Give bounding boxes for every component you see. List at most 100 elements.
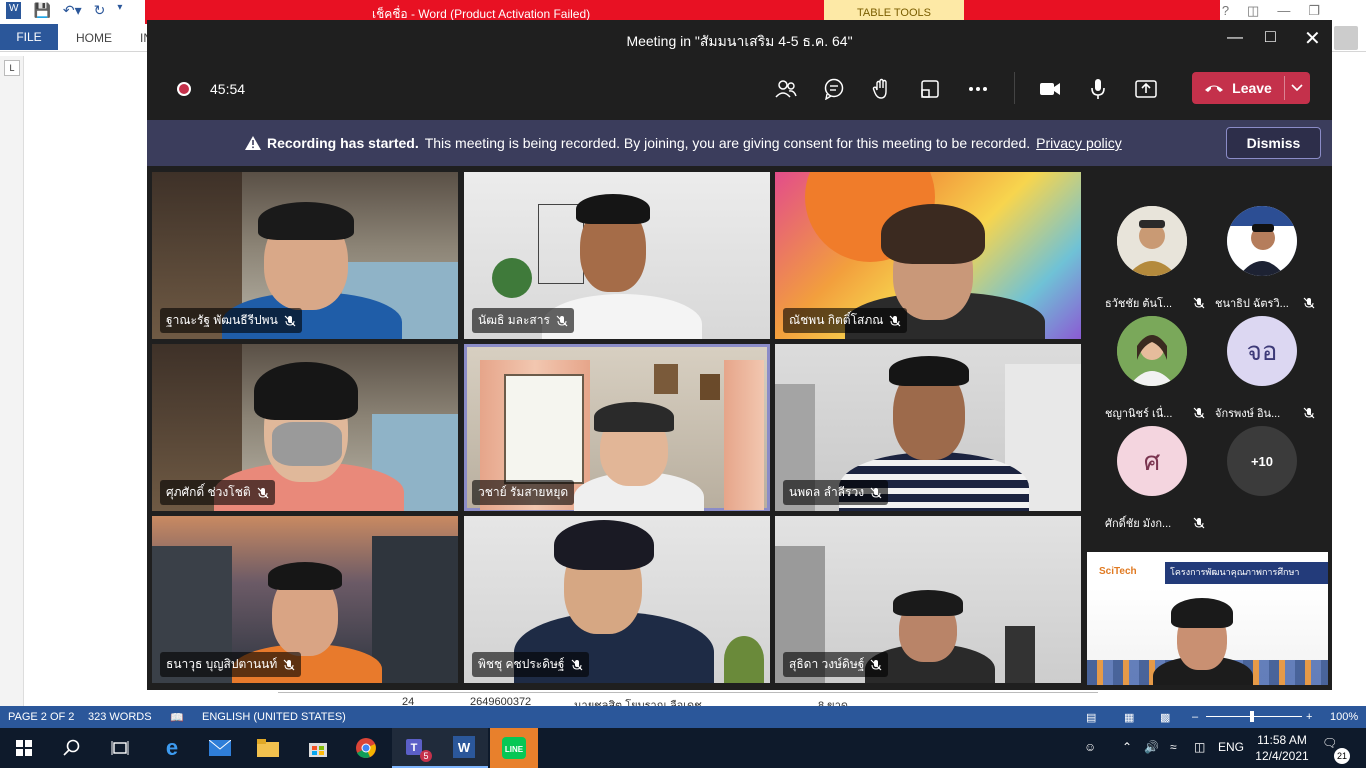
redo-icon[interactable]: ↻ [94,2,106,19]
edge-icon[interactable]: e [148,728,196,768]
web-layout-icon[interactable]: ▩ [1160,711,1170,724]
roster-participant[interactable]: ชญานิชร์ เนื่... [1097,296,1207,420]
show-hidden-icons[interactable]: ⌃ [1122,740,1132,754]
print-layout-icon[interactable]: ▦ [1124,711,1134,724]
volume-icon[interactable]: 🔊 [1144,740,1159,754]
undo-icon[interactable]: ↶▾ [63,2,82,19]
taskbar: e T 5 W LINE ☺ ⌃ 🔊 ≈ ◫ ENG 11:58 AM 12/4… [0,728,1366,768]
save-icon[interactable]: 💾 [33,2,50,19]
recording-banner-message: This meeting is being recorded. By joini… [424,135,1031,151]
microphone-icon[interactable] [1085,76,1111,102]
close-icon[interactable]: ✕ [1304,26,1321,51]
user-avatar[interactable] [1334,26,1358,50]
file-explorer-icon[interactable] [244,728,292,768]
zoom-slider-thumb[interactable] [1250,711,1254,722]
more-participants-count: +10 [1227,426,1297,496]
proofing-icon[interactable]: 📖 [170,711,184,724]
video-tile[interactable]: สุธิดา วงษ์ดิษฐ์ [775,516,1081,683]
read-mode-icon[interactable]: ▤ [1086,711,1096,724]
background-building [372,536,458,683]
video-tile[interactable]: พิชชุ คชประดิษฐ์ [464,516,770,683]
participant-hair [893,590,963,616]
tab-selector[interactable]: L [4,60,20,76]
word-taskbar-icon[interactable]: W [440,728,488,768]
meeting-title: Meeting in "สัมมนาเสริม 4-5 ธ.ค. 64" [626,33,853,49]
tab-file[interactable]: FILE [0,24,58,50]
teams-taskbar-icon[interactable]: T 5 [392,728,440,768]
participant-name: พิชชุ คชประดิษฐ์ [478,657,565,671]
background-frame [654,364,678,394]
video-tile[interactable]: ศุภศักดิ์ ช่วงโชติ [152,344,458,511]
table-row: 24 2649600372 นายชลสิต โยบราณ ลือเดช 8 ข… [278,692,1098,712]
zoom-level[interactable]: 100% [1330,711,1358,723]
minimize-icon[interactable]: — [1277,3,1290,19]
chevron-down-icon[interactable] [1284,72,1310,104]
chrome-icon[interactable] [342,728,390,768]
zoom-out-icon[interactable]: – [1192,711,1198,723]
minimize-icon[interactable]: — [1227,29,1243,47]
raise-hand-icon[interactable] [869,76,895,102]
page-indicator[interactable]: PAGE 2 OF 2 [8,711,74,723]
video-tile[interactable]: ธนาวุธ บุญสิปตานนท์ [152,516,458,683]
roster-participant[interactable]: ธวัชชัย ต้นโ... [1097,186,1207,310]
shared-content-tile[interactable]: โครงการพัฒนาคุณภาพการศึกษา SciTech [1087,552,1328,685]
more-actions-icon[interactable] [965,76,991,102]
wifi-icon[interactable]: ≈ [1170,740,1177,754]
participant-hair [254,362,358,420]
restore-icon[interactable]: ❐ [1308,3,1320,19]
task-view-icon[interactable] [96,728,144,768]
input-language[interactable]: ENG [1218,740,1244,754]
ribbon-display-icon[interactable]: ◫ [1247,3,1259,19]
participants-icon[interactable] [773,76,799,102]
participant-name: นพดล ลำลีรวง [789,485,865,499]
avatar-initials: จอ [1227,316,1297,386]
customize-qat-icon[interactable]: ▾ [117,2,122,19]
people-icon[interactable]: ☺ [1084,740,1096,754]
tab-home[interactable]: HOME [76,31,112,45]
clock[interactable]: 11:58 AM 12/4/2021 [1252,732,1312,764]
video-tile[interactable]: ฐาณะรัฐ พัฒนธีรีปพน [152,172,458,339]
line-icon[interactable]: LINE [490,728,538,768]
search-icon[interactable] [48,728,96,768]
roster-name-row: ศักดิ์ชัย มังก... [1105,514,1205,532]
background-curtain [724,360,764,510]
maximize-icon[interactable]: □ [1265,26,1276,47]
notification-icon[interactable]: 🗨 [1322,736,1337,750]
network-icon[interactable]: ◫ [1194,740,1205,754]
zoom-in-icon[interactable]: + [1306,711,1312,723]
slide-headline: โครงการพัฒนาคุณภาพการศึกษา [1165,562,1328,584]
leave-main[interactable]: Leave [1192,72,1284,104]
participant-name: ศุภศักดิ์ ช่วงโชติ [166,485,251,499]
video-tile-active-speaker[interactable]: วชาย์ รัมสายหยุด [464,344,770,511]
participant-name-label: ฐาณะรัฐ พัฒนธีรีปพน [160,308,302,333]
share-screen-icon[interactable] [1133,76,1159,102]
clock-date: 12/4/2021 [1255,749,1309,763]
roster-participant[interactable]: ศ ศักดิ์ชัย มังก... [1097,406,1207,530]
video-tile[interactable]: นพดล ลำลีรวง [775,344,1081,511]
roster-participant[interactable]: จอ จักรพงษ์ อิน... [1207,296,1317,420]
rooms-icon[interactable] [917,76,943,102]
recording-indicator-icon [177,82,191,96]
windows-start-icon[interactable] [0,728,48,768]
background-window [504,374,584,484]
svg-text:W: W [458,740,471,755]
video-tile[interactable]: ณัชพน กิตติ์โสภณ [775,172,1081,339]
mail-icon[interactable] [196,728,244,768]
participant-name-label: สุธิดา วงษ์ดิษฐ์ [783,652,889,677]
roster-participant[interactable]: ชนาธิป ฉัตรวิ... [1207,186,1317,310]
background-plant [724,636,764,683]
dismiss-button[interactable]: Dismiss [1226,127,1321,159]
teams-badge: 5 [420,750,432,762]
help-icon[interactable]: ? [1222,3,1229,19]
camera-icon[interactable] [1037,76,1063,102]
store-icon[interactable] [294,728,342,768]
more-participants-button[interactable]: +10 [1207,406,1317,512]
language-indicator[interactable]: ENGLISH (UNITED STATES) [202,711,346,723]
privacy-policy-link[interactable]: Privacy policy [1036,135,1122,151]
chat-icon[interactable] [821,76,847,102]
zoom-slider[interactable] [1206,716,1302,717]
participant-name: ณัชพน กิตติ์โสภณ [789,313,884,327]
leave-button[interactable]: Leave [1192,72,1310,104]
video-tile[interactable]: นัฒธิ มละสาร [464,172,770,339]
word-count[interactable]: 323 WORDS [88,711,152,723]
